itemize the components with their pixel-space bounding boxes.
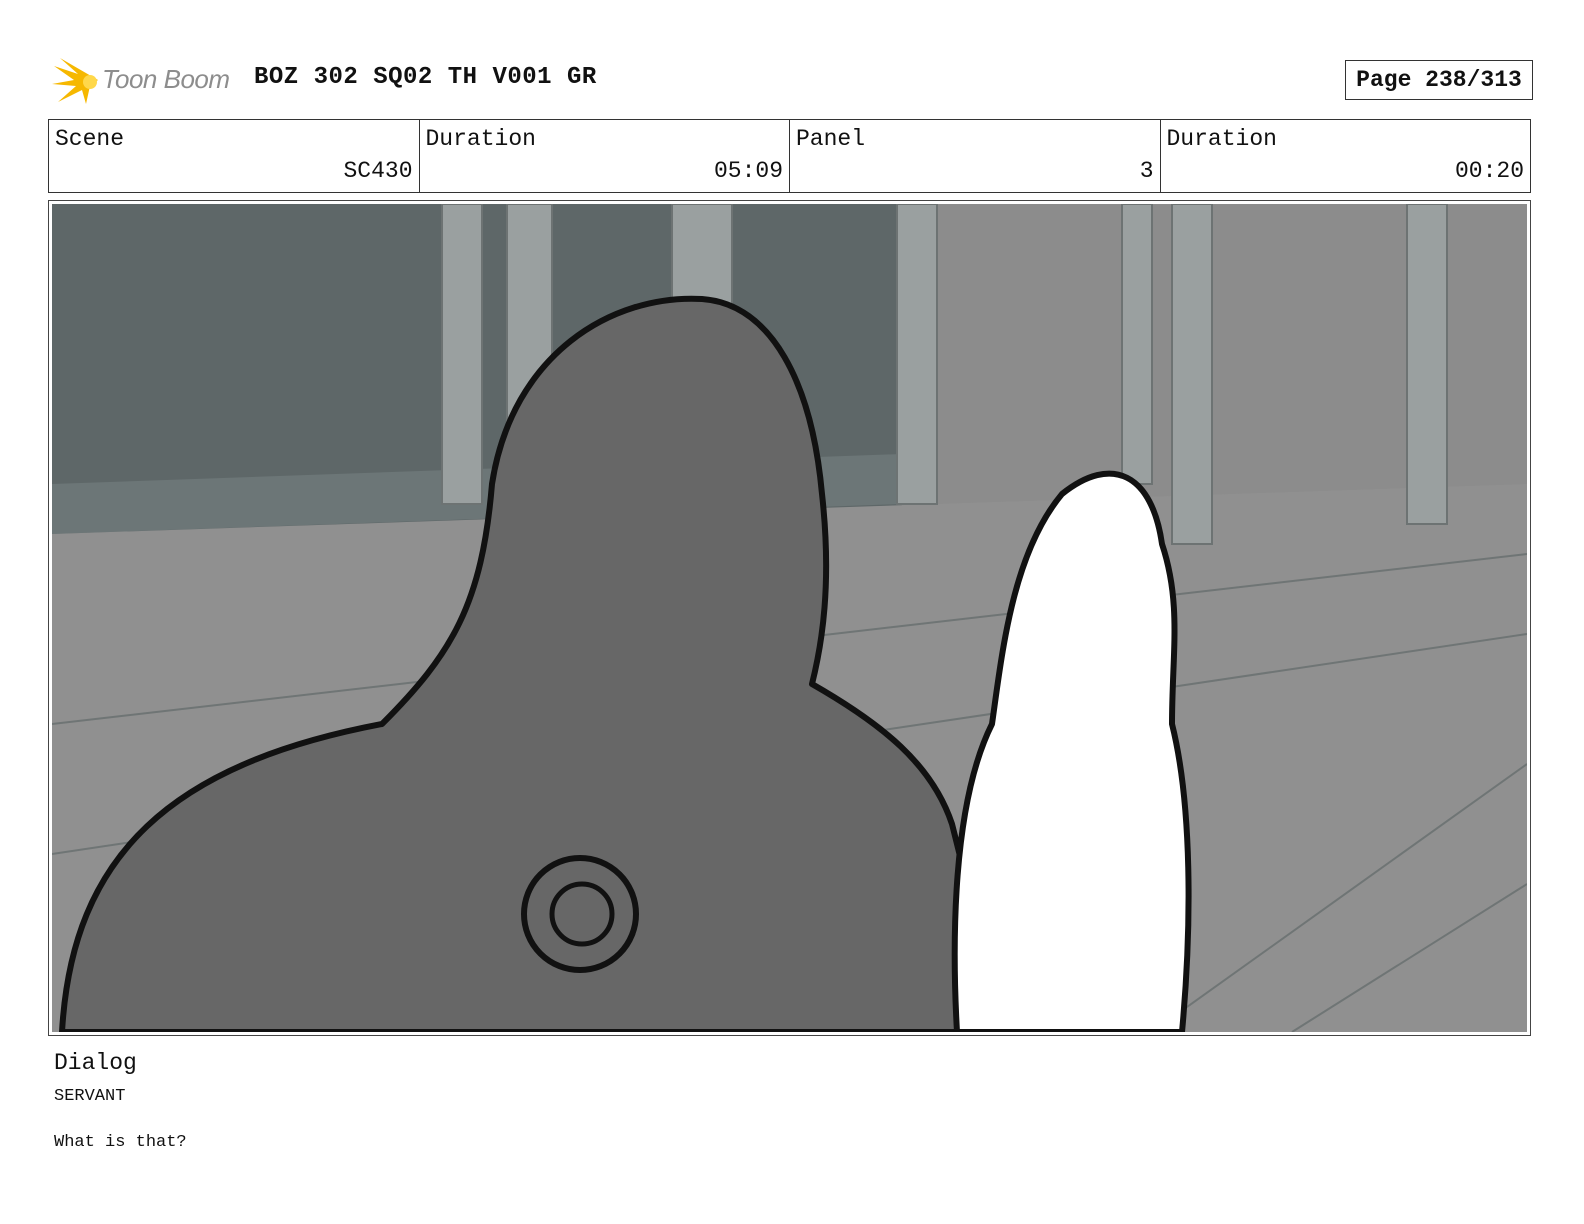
panel-label: Panel xyxy=(796,126,866,152)
toon-boom-logo: Toon Boom xyxy=(52,56,242,106)
dialog-line: What is that? xyxy=(54,1133,187,1152)
scene-value: SC430 xyxy=(343,158,413,184)
scene-label: Scene xyxy=(55,126,125,152)
panel-duration-cell: Duration 00:20 xyxy=(1161,120,1531,192)
panel-cell: Panel 3 xyxy=(790,120,1161,192)
scene-duration-cell: Duration 05:09 xyxy=(420,120,790,192)
dialog-heading: Dialog xyxy=(54,1050,137,1076)
page-indicator: Page 238/313 xyxy=(1345,60,1533,100)
storyboard-panel-image xyxy=(52,204,1527,1032)
panel-info-table: Scene SC430 Duration 05:09 Panel 3 Durat… xyxy=(48,119,1531,193)
panel-value: 3 xyxy=(1139,158,1154,184)
panel-duration-value: 00:20 xyxy=(1454,158,1524,184)
scene-duration-value: 05:09 xyxy=(713,158,783,184)
scene-duration-label: Duration xyxy=(425,126,536,152)
scene-cell: Scene SC430 xyxy=(49,120,420,192)
panel-duration-label: Duration xyxy=(1166,126,1277,152)
starburst-icon xyxy=(52,58,98,104)
document-title: BOZ 302 SQ02 TH V001 GR xyxy=(254,64,597,91)
dialog-speaker: SERVANT xyxy=(54,1087,126,1106)
logo-text: Toon Boom xyxy=(102,64,230,94)
